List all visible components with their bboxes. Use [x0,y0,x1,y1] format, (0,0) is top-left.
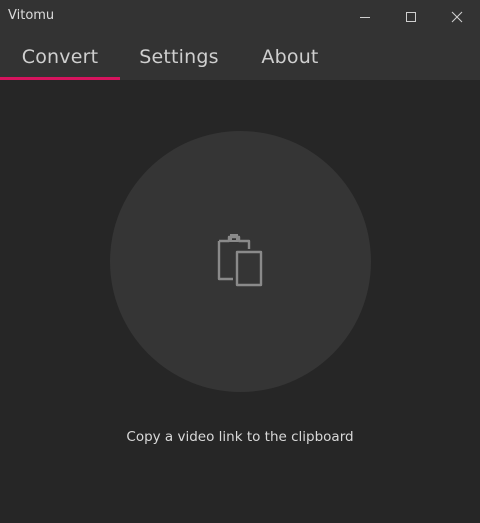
app-window: Vitomu Convert Settings About Copy a vid… [0,0,480,523]
tab-convert[interactable]: Convert [0,33,120,80]
minimize-button[interactable] [342,0,388,33]
app-title: Vitomu [8,8,55,23]
maximize-button[interactable] [388,0,434,33]
tab-about[interactable]: About [238,33,342,80]
maximize-icon [405,11,417,23]
tab-bar: Convert Settings About [0,33,480,80]
close-icon [451,11,463,23]
clipboard-icon [215,233,267,291]
clipboard-drop-area[interactable] [110,131,371,392]
close-button[interactable] [434,0,480,33]
title-bar[interactable]: Vitomu [0,0,480,33]
selected-tab-indicator [0,77,120,80]
tab-settings[interactable]: Settings [120,33,238,80]
minimize-icon [359,11,371,23]
clipboard-hint-text: Copy a video link to the clipboard [126,429,354,445]
